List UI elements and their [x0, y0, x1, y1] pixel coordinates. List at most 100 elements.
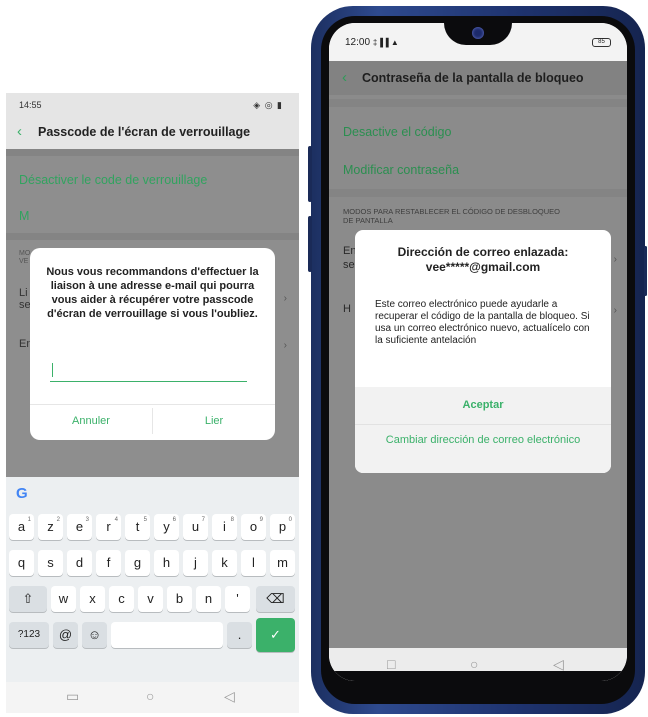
symbols-key[interactable]: ?123: [9, 622, 49, 648]
key-u[interactable]: u7: [183, 514, 208, 540]
composite-screenshot: 14:55 ◈ ◎ ▮ ‹ Passcode de l'écran de ver…: [0, 0, 648, 717]
period-key[interactable]: .: [227, 622, 252, 648]
key-j[interactable]: j: [183, 550, 208, 576]
status-time: 14:55: [19, 100, 42, 110]
key-c[interactable]: c: [109, 586, 134, 612]
recent-apps-icon[interactable]: □: [387, 656, 395, 672]
key-label: i: [223, 519, 226, 534]
backspace-key[interactable]: ⌫: [256, 586, 295, 612]
at-key[interactable]: @: [53, 622, 78, 648]
power-button: [644, 246, 647, 296]
key-label: p: [278, 519, 287, 534]
key-label: u: [191, 519, 200, 534]
key-label: y: [163, 519, 170, 534]
key-a[interactable]: a1: [9, 514, 34, 540]
key-i[interactable]: i8: [212, 514, 237, 540]
key-s[interactable]: s: [38, 550, 63, 576]
page-title: Passcode de l'écran de verrouillage: [38, 125, 251, 139]
key-x[interactable]: x: [80, 586, 105, 612]
emoji-icon[interactable]: ☺: [82, 622, 107, 648]
keyboard-suggestion-bar: G: [6, 477, 299, 509]
key-hint: 3: [85, 517, 89, 523]
key-n[interactable]: n: [196, 586, 221, 612]
space-key[interactable]: [111, 622, 223, 648]
chevron-right-icon: ›: [613, 305, 617, 316]
link-button[interactable]: Lier: [153, 415, 275, 427]
link-email-line1: Li: [19, 287, 28, 299]
key-label: e: [75, 519, 84, 534]
linked-email-dialog: Dirección de correo enlazada: vee*****@g…: [355, 230, 611, 473]
key-y[interactable]: y6: [154, 514, 179, 540]
divider: [6, 233, 299, 240]
key-hint: 1: [27, 517, 31, 523]
accept-button[interactable]: Aceptar: [355, 387, 611, 424]
key-g[interactable]: g: [125, 550, 150, 576]
key-hint: 4: [114, 517, 118, 523]
signal-wifi-icon: ‡▐▐ ▲: [372, 38, 399, 47]
key-z[interactable]: z2: [38, 514, 63, 540]
key-t[interactable]: t5: [125, 514, 150, 540]
back-arrow-icon[interactable]: ‹: [17, 123, 22, 140]
key-o[interactable]: o9: [241, 514, 266, 540]
cancel-button[interactable]: Annuler: [30, 415, 152, 427]
status-time-text: 12:00: [345, 37, 371, 48]
modify-passcode-item[interactable]: M: [19, 209, 29, 223]
recent-apps-icon[interactable]: ▭: [66, 688, 79, 705]
key-e[interactable]: e3: [67, 514, 92, 540]
change-email-button[interactable]: Cambiar dirección de correo electrónico: [375, 433, 591, 447]
key-v[interactable]: v: [138, 586, 163, 612]
key-hint: 6: [172, 517, 176, 523]
chevron-right-icon: ›: [613, 254, 617, 265]
key-l[interactable]: l: [241, 550, 266, 576]
key-hint: 0: [288, 517, 292, 523]
key-h[interactable]: h: [154, 550, 179, 576]
disable-code-item[interactable]: Desactive el código: [343, 125, 451, 139]
dialog-title: Dirección de correo enlazada: vee*****@g…: [365, 245, 601, 275]
back-arrow-icon[interactable]: ‹: [342, 69, 347, 86]
settings-list-dimmed: Désactiver le code de verrouillage M MO …: [6, 149, 299, 477]
email-input[interactable]: [50, 360, 247, 382]
divider: [329, 99, 627, 107]
screen-bottom-edge: [329, 671, 627, 681]
google-icon[interactable]: G: [16, 486, 32, 502]
shift-key[interactable]: ⇧: [9, 586, 47, 612]
key-w[interactable]: w: [51, 586, 76, 612]
key-m[interactable]: m: [270, 550, 295, 576]
reset-modes-header-line2: DE PANTALLA: [343, 216, 393, 225]
link-email-dialog: Nous vous recommandons d'effectuer la li…: [30, 248, 275, 440]
soft-keyboard: G a1 z2 e3 r4 t5 y6 u7 i8 o9 p0 q s d f …: [6, 477, 299, 713]
link-email-item[interactable]: Li se: [19, 287, 31, 311]
link-email-line2: se: [19, 299, 31, 311]
page-title: Contraseña de la pantalla de bloqueo: [362, 71, 584, 85]
disable-passcode-item[interactable]: Désactiver le code de verrouillage: [19, 173, 207, 187]
dialog-divider: [355, 424, 611, 425]
dialog-button-panel: Aceptar Cambiar dirección de correo elec…: [355, 387, 611, 473]
right-phone: 12:00 ‡▐▐ ▲ 85 ‹ Contraseña de la pantal…: [308, 6, 647, 714]
enter-key[interactable]: ✓: [256, 618, 295, 652]
chevron-right-icon: ›: [283, 293, 287, 304]
reset-modes-header: MODOS PARA RESTABLECER EL CÓDIGO DE DESB…: [343, 207, 623, 225]
key-apostrophe[interactable]: ': [225, 586, 250, 612]
modify-password-item[interactable]: Modificar contraseña: [343, 163, 459, 177]
front-camera-icon: [472, 27, 484, 39]
back-icon[interactable]: ◁: [224, 688, 235, 705]
volume-button: [308, 146, 312, 202]
key-label: t: [135, 519, 140, 534]
divider: [329, 189, 627, 197]
key-r[interactable]: r4: [96, 514, 121, 540]
key-hint: 9: [259, 517, 263, 523]
key-p[interactable]: p0: [270, 514, 295, 540]
key-label: z: [47, 519, 54, 534]
key-q[interactable]: q: [9, 550, 34, 576]
key-hint: 7: [201, 517, 205, 523]
key-b[interactable]: b: [167, 586, 192, 612]
reset-modes-header: MO VE: [19, 250, 30, 266]
home-icon[interactable]: ○: [146, 688, 154, 704]
key-f[interactable]: f: [96, 550, 121, 576]
security-question-item[interactable]: H: [343, 303, 351, 315]
right-phone-screen: 12:00 ‡▐▐ ▲ 85 ‹ Contraseña de la pantal…: [329, 23, 627, 681]
dialog-email-address: vee*****@gmail.com: [425, 260, 541, 274]
key-k[interactable]: k: [212, 550, 237, 576]
key-d[interactable]: d: [67, 550, 92, 576]
home-icon[interactable]: ○: [470, 656, 478, 672]
